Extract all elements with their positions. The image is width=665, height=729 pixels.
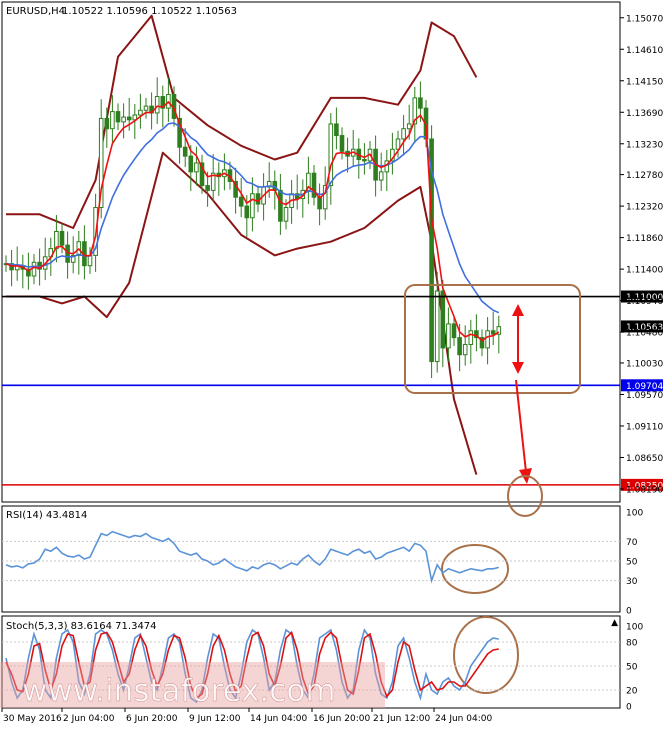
- candle-body: [110, 111, 115, 130]
- price-tick-label: 1.15070: [626, 14, 663, 24]
- candle-body: [205, 185, 210, 191]
- x-tick-label: 21 Jun 12:00: [373, 714, 430, 724]
- price-tick-label: 1.14150: [626, 77, 663, 87]
- chart-canvas: 1.110001.097041.082501.10563 1007050300 …: [0, 1, 663, 724]
- price-tick-label: 1.10480: [626, 329, 663, 339]
- price-tick-label: 1.08650: [626, 454, 663, 464]
- x-tick-label: 6 Jun 20:00: [126, 714, 178, 724]
- candle-body: [434, 290, 440, 363]
- price-tick-label: 1.13690: [626, 109, 663, 119]
- candle-body: [104, 117, 110, 130]
- price-tick-label: 1.13230: [626, 140, 663, 150]
- candle-body: [138, 109, 143, 116]
- rsi-tick-label: 0: [626, 607, 632, 617]
- x-tick-label: 2 Jun 04:00: [63, 714, 115, 724]
- candle-body: [238, 196, 244, 207]
- price-tick-label: 1.09110: [626, 422, 663, 432]
- price-tick-label: 1.14610: [626, 46, 663, 56]
- candle-body: [59, 230, 65, 246]
- candle-body: [462, 343, 468, 356]
- candle-body: [362, 159, 367, 162]
- x-tick-label: 9 Jun 12:00: [189, 714, 241, 724]
- price-tick-label: 1.09570: [626, 391, 663, 401]
- candle-body: [143, 105, 149, 111]
- candle-body: [115, 111, 121, 123]
- candle-body: [451, 323, 457, 339]
- x-tick-label: 14 Jun 04:00: [250, 714, 307, 724]
- x-tick-label: 30 May 2016: [3, 714, 62, 724]
- candle-body: [446, 323, 451, 349]
- stoch-label: Stoch(5,3,3) 83.6164 71.3474: [6, 621, 157, 632]
- candle-body: [87, 254, 93, 267]
- stoch-max-tick: ▲: [611, 618, 618, 628]
- x-tick-label: 16 Jun 20:00: [313, 714, 370, 724]
- candle-body: [194, 162, 199, 173]
- candle-body: [334, 123, 339, 137]
- candle-body: [121, 116, 126, 123]
- rsi-tick-label: 30: [626, 577, 638, 587]
- price-tick-label: 1.12320: [626, 203, 663, 213]
- candle-body: [406, 123, 412, 130]
- candle-body: [244, 205, 250, 219]
- stoch-tick-label: 0: [626, 703, 632, 713]
- candle-body: [54, 230, 59, 250]
- candle-body: [378, 171, 384, 181]
- stoch-tick-label: 80: [626, 639, 638, 649]
- rsi-tick-label: 50: [626, 558, 638, 568]
- candle-body: [31, 261, 37, 277]
- candle-body: [468, 330, 474, 345]
- ohlc-values: 1.10522 1.10596 1.10522 1.10563: [62, 6, 237, 17]
- price-tick-label: 1.12780: [626, 171, 663, 181]
- candle-body: [440, 290, 446, 349]
- candle-body: [328, 123, 334, 187]
- candle-body: [182, 146, 188, 157]
- candle-body: [418, 97, 423, 109]
- stoch-tick-label: 100: [626, 623, 643, 633]
- candle-body: [126, 116, 132, 121]
- candle-body: [283, 206, 289, 222]
- price-tick-label: 1.10940: [626, 297, 663, 307]
- stoch-tick-label: 20: [626, 687, 638, 697]
- watermark-text: www.instaforex.com: [22, 673, 336, 709]
- symbol-label: EURUSD,H4: [6, 6, 65, 17]
- candle-body: [278, 189, 283, 222]
- candle-body: [188, 155, 194, 173]
- rsi-label: RSI(14) 43.4814: [6, 510, 87, 521]
- price-tick-label: 1.10030: [626, 359, 663, 369]
- candle-body: [457, 337, 462, 356]
- stoch-tick-label: 50: [626, 663, 638, 673]
- rsi-tick-label: 70: [626, 538, 638, 548]
- candle-body: [485, 330, 490, 349]
- rsi-tick-label: 100: [626, 509, 643, 519]
- candle-body: [339, 135, 345, 152]
- price-tick-label: 1.11860: [626, 234, 663, 244]
- candle-body: [250, 193, 255, 219]
- candle-body: [490, 330, 496, 335]
- candle-body: [401, 128, 406, 140]
- x-tick-label: 24 Jun 04:00: [435, 714, 492, 724]
- price-tick-label: 1.11400: [626, 266, 663, 276]
- price-tick-label: 1.08190: [626, 485, 663, 495]
- candle-body: [154, 96, 160, 114]
